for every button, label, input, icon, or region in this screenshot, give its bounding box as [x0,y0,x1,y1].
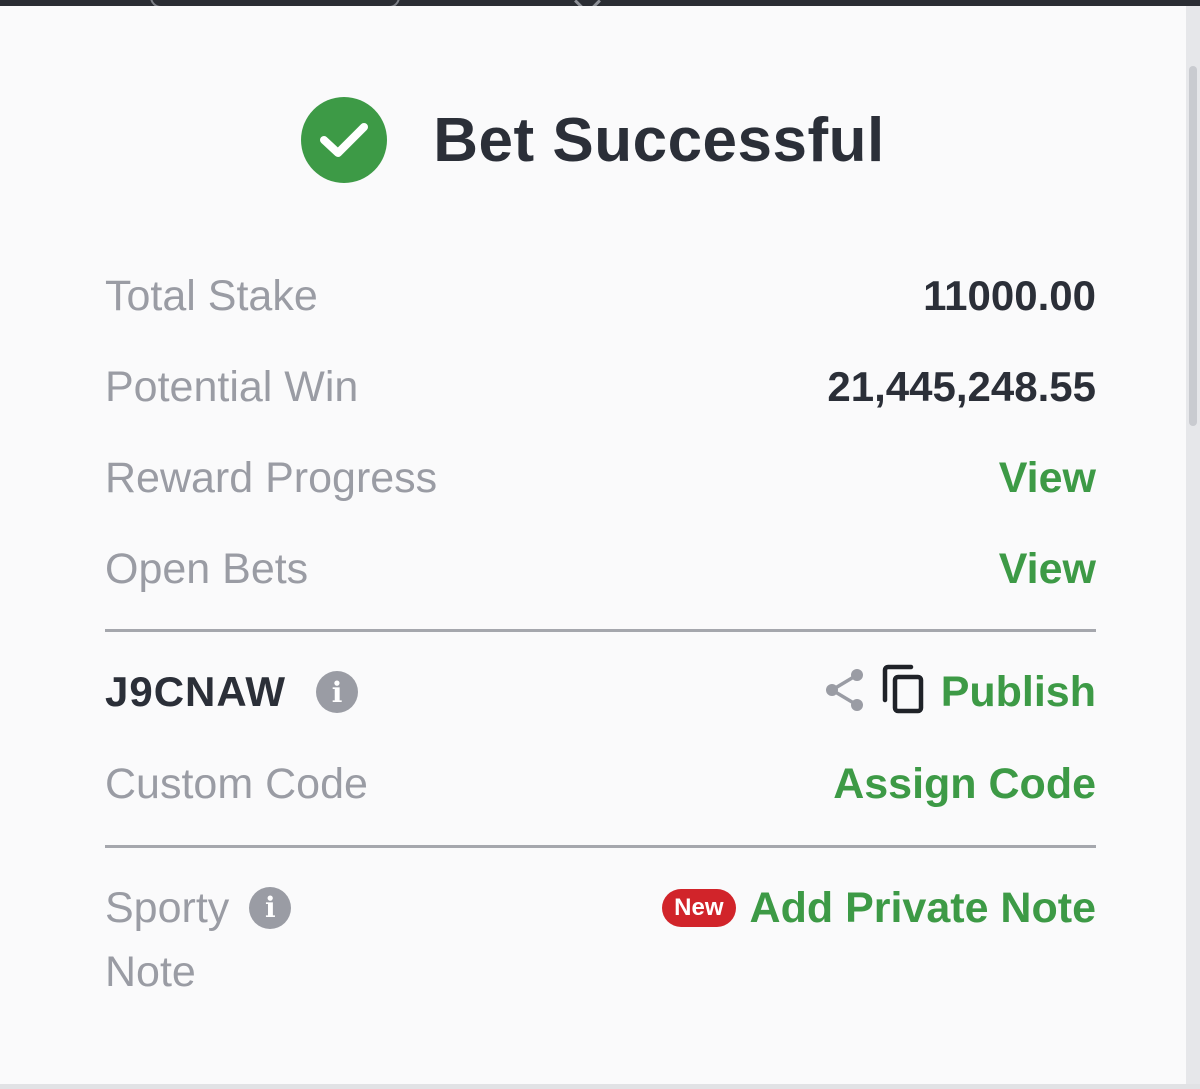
booking-actions: Publish [823,664,1096,721]
open-bets-label: Open Bets [105,544,309,593]
total-stake-row: Total Stake 11000.00 [105,268,1096,324]
potential-win-value: 21,445,248.55 [827,363,1096,410]
success-header: Bet Successful [0,95,1186,185]
copy-icon[interactable] [881,664,927,721]
divider [105,629,1096,632]
sporty-note-label-line2: Note [105,948,196,996]
potential-win-row: Potential Win 21,445,248.55 [105,359,1096,415]
sporty-note-label-line1: Sporty [105,884,230,932]
divider [105,845,1096,848]
booking-code-group: J9CNAW i [105,668,359,716]
add-private-note-group: New Add Private Note [662,880,1096,936]
open-bets-row: Open Bets View [105,541,1096,597]
share-icon[interactable] [823,666,867,719]
reward-progress-row: Reward Progress View [105,450,1096,506]
potential-win-label: Potential Win [105,362,359,411]
reward-progress-label: Reward Progress [105,453,438,502]
custom-code-label: Custom Code [105,759,368,808]
assign-code-button[interactable]: Assign Code [833,760,1096,809]
check-circle-icon [301,97,388,183]
new-badge: New [662,889,736,927]
open-bets-view-link[interactable]: View [999,545,1096,594]
publish-button[interactable]: Publish [941,668,1096,717]
sporty-note-label: Sporty i Note [105,876,292,1004]
add-private-note-button[interactable]: Add Private Note [750,884,1096,933]
add-note-actions: New Add Private Note [662,884,1096,933]
booking-code-row: J9CNAW i Publish [105,662,1096,722]
booking-code[interactable]: J9CNAW [105,668,286,716]
total-stake-label: Total Stake [105,271,318,320]
scrollbar[interactable] [1186,6,1200,1089]
page-title: Bet Successful [433,105,885,175]
info-icon[interactable]: i [316,671,359,713]
custom-code-row: Custom Code Assign Code [105,756,1096,812]
info-icon[interactable]: i [249,887,292,929]
reward-progress-view-link[interactable]: View [999,454,1096,503]
total-stake-value: 11000.00 [923,272,1096,319]
scrollbar-thumb[interactable] [1189,66,1197,426]
bottom-edge [0,1084,1200,1089]
